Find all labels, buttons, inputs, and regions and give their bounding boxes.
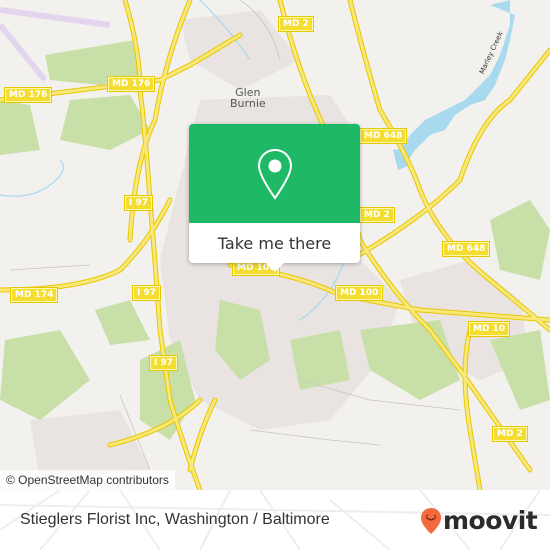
road-shield: I 97: [123, 195, 154, 211]
moovit-logo[interactable]: moovit: [420, 506, 538, 535]
location-popup[interactable]: Take me there: [189, 124, 360, 272]
road-shield: MD 648: [358, 128, 408, 144]
road-shield: I 97: [148, 355, 179, 371]
popup-pointer: [266, 263, 284, 272]
popup-header[interactable]: [189, 124, 360, 223]
road-shield: MD 2: [278, 16, 314, 32]
take-me-there-button[interactable]: Take me there: [189, 223, 360, 263]
location-title: Stieglers Florist Inc, Washington / Balt…: [20, 511, 330, 528]
moovit-logo-text: moovit: [443, 506, 538, 535]
place-label-line2: Burnie: [230, 97, 266, 110]
road-shield: MD 2: [359, 207, 395, 223]
water-bodies: [393, 0, 515, 170]
road-shield: MD 176: [106, 76, 156, 92]
moovit-pin-icon: [421, 507, 441, 534]
road-shield: MD 100: [334, 285, 384, 301]
road-shield: MD 174: [9, 287, 59, 303]
footer: Stieglers Florist Inc, Washington / Balt…: [0, 490, 550, 550]
place-label-glen-burnie: Glen Burnie: [230, 87, 266, 109]
map-attribution[interactable]: © OpenStreetMap contributors: [0, 470, 175, 490]
road-shield: MD 176: [3, 87, 53, 103]
road-shield: I 97: [131, 285, 162, 301]
road-shield: MD 10: [467, 321, 511, 337]
location-pin-icon: [257, 148, 292, 200]
road-shield: MD 2: [492, 426, 528, 442]
map[interactable]: Glen Burnie Marley Creek MD 2 MD 176 MD …: [0, 0, 550, 490]
road-shield: MD 648: [441, 241, 491, 257]
